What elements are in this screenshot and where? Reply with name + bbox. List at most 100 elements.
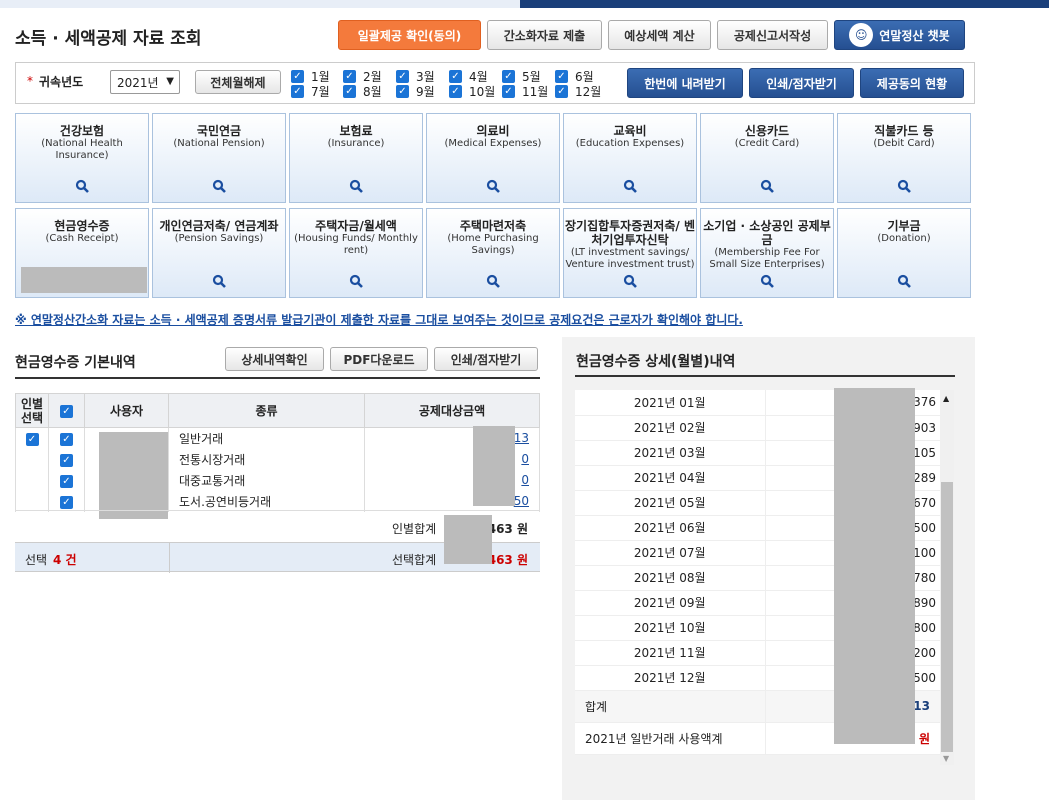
selected-label: 선택 bbox=[25, 553, 48, 567]
scrollbar[interactable]: ▲ ▼ bbox=[940, 390, 954, 765]
year-label: 귀속년도 bbox=[39, 75, 84, 89]
tile-title: 국민연금 bbox=[196, 124, 242, 138]
month-checkbox[interactable]: ✓ bbox=[502, 85, 515, 98]
month-checkbox[interactable]: ✓ bbox=[396, 70, 409, 83]
tile-tiles_row2-6[interactable]: 기부금 (Donation) bbox=[837, 208, 971, 298]
table-row: ✓ 대중교통거래 0 bbox=[15, 469, 540, 491]
tile-subtitle: (Home Purchasing Savings) bbox=[447, 233, 539, 256]
tile-tiles_row1-5[interactable]: 신용카드 (Credit Card) bbox=[700, 113, 834, 203]
chatbot-button[interactable]: ☺ 연말정산 챗봇 bbox=[834, 20, 965, 50]
person-checkbox[interactable]: ✓ bbox=[25, 432, 39, 446]
month-checkbox[interactable]: ✓ bbox=[343, 70, 356, 83]
search-icon[interactable] bbox=[349, 178, 363, 193]
print-button[interactable]: 인쇄/점자받기 bbox=[434, 347, 538, 371]
submit-simplified-button[interactable]: 간소화자료 제출 bbox=[487, 20, 602, 50]
search-icon[interactable] bbox=[760, 273, 774, 288]
col-person-select: 인별 선택 bbox=[15, 393, 49, 428]
tile-title: 소기업 · 소상공인 공제부금 bbox=[703, 219, 831, 247]
tile-subtitle: (Insurance) bbox=[327, 138, 385, 149]
search-icon[interactable] bbox=[897, 178, 911, 193]
clear-all-months-button[interactable]: 전체월해제 bbox=[195, 70, 281, 94]
search-icon[interactable] bbox=[760, 178, 774, 193]
row-amount-link[interactable]: 0 bbox=[521, 473, 529, 487]
tile-tiles_row1-4[interactable]: 교육비 (Education Expenses) bbox=[563, 113, 697, 203]
cash-receipt-table: 인별 선택 ✓ 사용자 종류 공제대상금액 ✓ ✓ 일반거래 13 ✓ 전통시장거래 0 ✓ 대… bbox=[15, 393, 540, 512]
month-label: 2021년 02월 bbox=[575, 415, 766, 441]
year-select[interactable]: 2021년 ▼ bbox=[110, 70, 180, 94]
month-label: 7월 bbox=[311, 85, 330, 99]
search-icon[interactable] bbox=[486, 273, 500, 288]
month-checkbox[interactable]: ✓ bbox=[396, 85, 409, 98]
month-checkbox[interactable]: ✓ bbox=[291, 85, 304, 98]
selected-total-value: 463 원 bbox=[487, 553, 528, 567]
month-checkbox[interactable]: ✓ bbox=[502, 70, 515, 83]
search-icon[interactable] bbox=[623, 178, 637, 193]
pdf-download-button[interactable]: PDF다운로드 bbox=[330, 347, 428, 371]
divider bbox=[575, 375, 955, 377]
row-amount-link[interactable]: 13 bbox=[514, 431, 529, 445]
row-checkbox[interactable]: ✓ bbox=[60, 474, 73, 488]
tile-tiles_row1-6[interactable]: 직불카드 등 (Debit Card) bbox=[837, 113, 971, 203]
tile-subtitle: (National Pension) bbox=[173, 138, 265, 149]
row-amount-link[interactable]: 0 bbox=[521, 452, 529, 466]
month-checkbox[interactable]: ✓ bbox=[555, 85, 568, 98]
divider bbox=[15, 377, 540, 379]
month-checkbox[interactable]: ✓ bbox=[343, 85, 356, 98]
tile-tiles_row1-0[interactable]: 건강보험 (National Health Insurance) bbox=[15, 113, 149, 203]
tile-title: 주택마련저축 bbox=[459, 219, 527, 233]
tile-tiles_row2-3[interactable]: 주택마련저축 (Home Purchasing Savings) bbox=[426, 208, 560, 298]
month-checkbox[interactable]: ✓ bbox=[449, 85, 462, 98]
row-checkbox[interactable]: ✓ bbox=[60, 495, 73, 509]
tile-subtitle: (Credit Card) bbox=[734, 138, 800, 149]
estimate-tax-button[interactable]: 예상세액 계산 bbox=[608, 20, 711, 50]
tile-tiles_row2-0[interactable]: 현금영수증 (Cash Receipt) bbox=[15, 208, 149, 298]
row-checkbox[interactable]: ✓ bbox=[60, 432, 73, 446]
tile-title: 주택자금/월세액 bbox=[315, 219, 397, 233]
detail-button[interactable]: 상세내역확인 bbox=[225, 347, 324, 371]
month-label: 2021년 01월 bbox=[575, 390, 766, 416]
month-label: 2021년 09월 bbox=[575, 590, 766, 616]
left-section-title: 현금영수증 기본내역 bbox=[15, 355, 136, 371]
consent-button[interactable]: 일괄제공 확인(동의) bbox=[338, 20, 481, 50]
month-checkbox[interactable]: ✓ bbox=[555, 70, 568, 83]
tile-title: 개인연금저축/ 연금계좌 bbox=[159, 219, 279, 233]
search-icon[interactable] bbox=[349, 273, 363, 288]
tile-tiles_row2-2[interactable]: 주택자금/월세액 (Housing Funds/ Monthly rent) bbox=[289, 208, 423, 298]
print-braille-button[interactable]: 인쇄/점자받기 bbox=[749, 68, 854, 98]
search-icon[interactable] bbox=[623, 273, 637, 288]
tile-tiles_row1-1[interactable]: 국민연금 (National Pension) bbox=[152, 113, 286, 203]
tile-subtitle: (Medical Expenses) bbox=[444, 138, 542, 149]
row-amount-link[interactable]: 50 bbox=[514, 494, 529, 508]
select-all-checkbox[interactable]: ✓ bbox=[60, 405, 73, 418]
search-icon[interactable] bbox=[212, 273, 226, 288]
search-icon[interactable] bbox=[212, 178, 226, 193]
row-type: 도서.공연비등거래 bbox=[168, 490, 365, 512]
search-icon[interactable] bbox=[75, 178, 89, 193]
month-label: 10월 bbox=[469, 85, 496, 99]
notice-text[interactable]: ※ 연말정산간소화 자료는 소득 · 세액공제 증명서류 발급기관이 제출한 자… bbox=[15, 311, 743, 328]
tile-subtitle: (Education Expenses) bbox=[575, 138, 685, 149]
tile-tiles_row1-2[interactable]: 보험료 (Insurance) bbox=[289, 113, 423, 203]
download-all-button[interactable]: 한번에 내려받기 bbox=[627, 68, 743, 98]
redacted-area bbox=[21, 267, 147, 293]
search-icon[interactable] bbox=[897, 273, 911, 288]
month-checkbox[interactable]: ✓ bbox=[291, 70, 304, 83]
tile-title: 현금영수증 bbox=[54, 219, 110, 233]
tile-tiles_row2-4[interactable]: 장기집합투자증권저축/ 벤처기업투자신탁 (LT investment savin… bbox=[563, 208, 697, 298]
tile-subtitle: (Housing Funds/ Monthly rent) bbox=[294, 233, 418, 256]
redacted-amount bbox=[473, 426, 515, 506]
deduction-form-button[interactable]: 공제신고서작성 bbox=[717, 20, 828, 50]
scroll-up-icon[interactable]: ▲ bbox=[943, 394, 949, 403]
right-section-title: 현금영수증 상세(월별)내역 bbox=[576, 354, 736, 370]
col-user: 사용자 bbox=[84, 393, 169, 428]
tile-tiles_row2-5[interactable]: 소기업 · 소상공인 공제부금 (Membership Fee For Small… bbox=[700, 208, 834, 298]
tile-tiles_row1-3[interactable]: 의료비 (Medical Expenses) bbox=[426, 113, 560, 203]
table-row: ✓ 전통시장거래 0 bbox=[15, 448, 540, 470]
scroll-down-icon[interactable]: ▼ bbox=[943, 754, 949, 763]
search-icon[interactable] bbox=[486, 178, 500, 193]
month-checkbox[interactable]: ✓ bbox=[449, 70, 462, 83]
scroll-thumb[interactable] bbox=[941, 482, 953, 752]
tile-tiles_row2-1[interactable]: 개인연금저축/ 연금계좌 (Pension Savings) bbox=[152, 208, 286, 298]
row-checkbox[interactable]: ✓ bbox=[60, 453, 73, 467]
consent-status-button[interactable]: 제공동의 현황 bbox=[860, 68, 964, 98]
